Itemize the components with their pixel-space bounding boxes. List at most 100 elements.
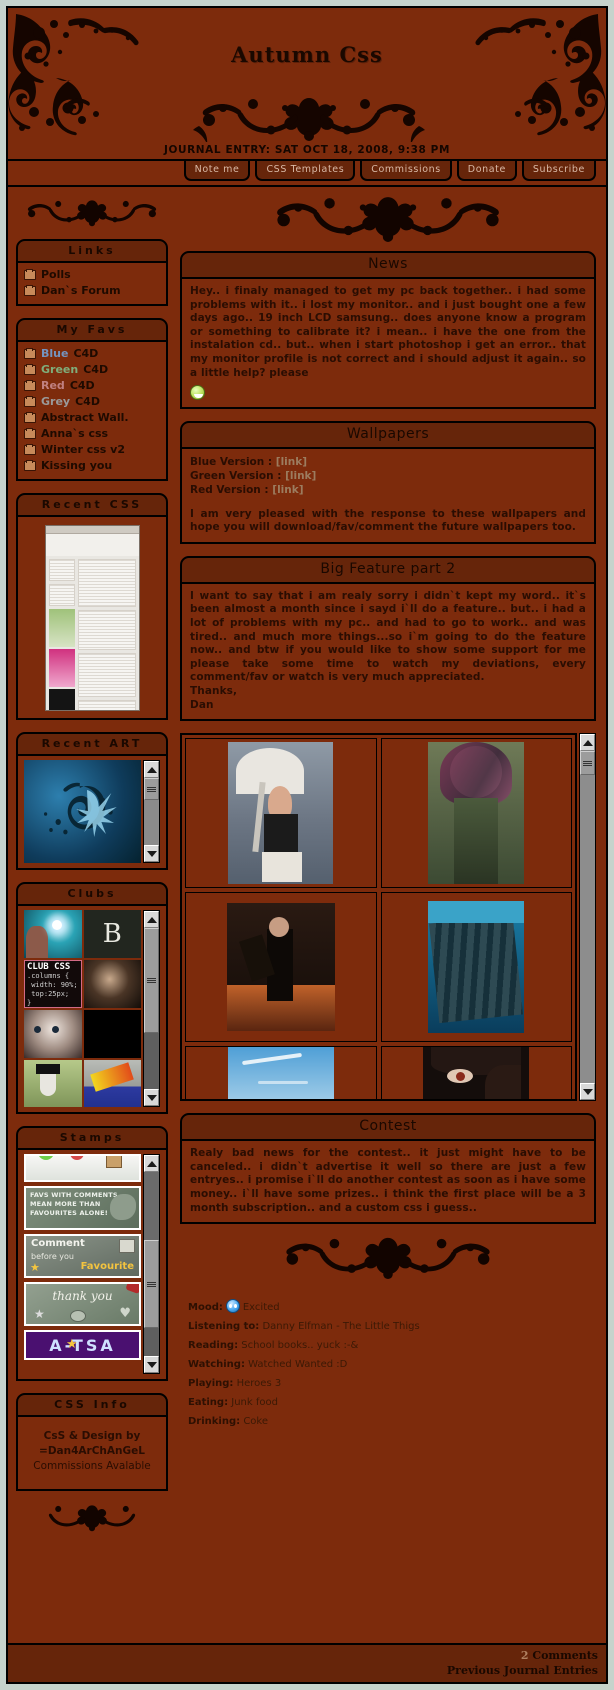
css-info-box: CSS Info CsS & Design by =Dan4ArChAnGeL … (16, 1393, 168, 1491)
gallery-thumbnail[interactable] (185, 892, 377, 1043)
css-info-line1: CsS & Design by (43, 1430, 141, 1442)
main-content: News Hey.. i finaly managed to get my pc… (176, 187, 606, 1431)
scrollbar-track[interactable] (144, 1172, 159, 1356)
folder-icon (24, 348, 36, 359)
nav-css-templates[interactable]: CSS Templates (255, 161, 356, 181)
folder-icon (24, 380, 36, 391)
contest-title: Contest (180, 1113, 596, 1142)
scrollbar-track[interactable] (580, 751, 595, 1084)
nav-donate[interactable]: Donate (456, 161, 517, 181)
css-info-line2[interactable]: =Dan4ArChAnGeL (28, 1444, 156, 1459)
fav-item-annas-css[interactable]: Anna`s css (24, 426, 160, 442)
news-box: News Hey.. i finaly managed to get my pc… (180, 251, 596, 409)
wallpapers-title: Wallpapers (180, 420, 596, 449)
meta-label: Eating: (188, 1397, 229, 1409)
clubs-title: Clubs (16, 882, 168, 906)
wallpaper-link[interactable]: [link] (285, 470, 316, 482)
fav-item-red-c4d[interactable]: Red C4D (24, 378, 160, 394)
stamp-item[interactable]: A-TSA ★ (24, 1330, 141, 1360)
gallery-thumbnail[interactable] (185, 738, 377, 889)
fav-item-kissing-you[interactable]: Kissing you (24, 458, 160, 474)
scrollbar-thumb[interactable] (144, 1240, 159, 1328)
recent-css-thumbnail[interactable] (44, 525, 140, 711)
css-info-body: CsS & Design by =Dan4ArChAnGeL Commissio… (16, 1417, 168, 1491)
news-body: Hey.. i finaly managed to get my pc back… (180, 279, 596, 409)
gallery-thumbnail[interactable] (380, 1046, 572, 1100)
stamp-item[interactable]: thank you ★ ♥ (24, 1282, 141, 1326)
fav-rest: C4D (73, 347, 99, 360)
previous-journal-entries-link[interactable]: Previous Journal Entries (8, 1663, 598, 1678)
link-label: Polls (41, 268, 71, 281)
nav-commissions[interactable]: Commissions (360, 161, 452, 181)
wallpaper-link[interactable]: [link] (272, 484, 303, 496)
stamp-item[interactable] (24, 1154, 141, 1182)
scroll-up-button[interactable] (580, 734, 595, 752)
clubs-scrollbar[interactable] (143, 910, 160, 1107)
fav-color-word: Blue (41, 347, 69, 360)
sidebar-ornament-icon (27, 200, 157, 227)
meta-row-reading: Reading: School books.. yuck :-& (188, 1336, 596, 1355)
club-thumbnail[interactable] (24, 910, 82, 958)
scroll-up-button[interactable] (144, 911, 159, 928)
wallpaper-label: Green Version : (190, 469, 286, 482)
feature-gallery (180, 733, 577, 1102)
nav-note-me[interactable]: Note me (183, 161, 251, 181)
recent-css-box: Recent CSS (16, 493, 168, 720)
recent-css-body (16, 517, 168, 720)
fav-item-grey-c4d[interactable]: Grey C4D (24, 394, 160, 410)
sidebar-link-polls[interactable]: Polls (24, 267, 160, 283)
nav-subscribe[interactable]: Subscribe (521, 161, 596, 181)
fav-item-blue-c4d[interactable]: Blue C4D (24, 346, 160, 362)
club-thumbnail[interactable] (83, 1010, 141, 1058)
sidebar: Links Polls Dan`s Forum My Favs Blue C4D… (8, 187, 176, 1541)
gallery-scrollbar[interactable] (579, 733, 596, 1102)
big-feature-sign1: Thanks, (190, 685, 238, 697)
fav-item-abstract-wall[interactable]: Abstract Wall. (24, 410, 160, 426)
clubs-grid: B CLUB CSS .columns { width: 90%; top:25… (24, 910, 141, 1107)
scroll-up-button[interactable] (144, 761, 159, 778)
news-title: News (180, 251, 596, 279)
fav-item-winter-css-v2[interactable]: Winter css v2 (24, 442, 160, 458)
fav-item-green-c4d[interactable]: Green C4D (24, 362, 160, 378)
club-thumbnail[interactable] (83, 1060, 141, 1107)
main-top-ornament-icon (277, 197, 499, 242)
scrollbar-thumb[interactable] (580, 751, 595, 776)
wallpapers-body: Blue Version : [link] Green Version : [l… (180, 448, 596, 544)
scroll-up-button[interactable] (144, 1155, 159, 1172)
main-bottom-ornament-icon (286, 1238, 490, 1280)
meta-value: Coke (243, 1416, 269, 1428)
folder-icon (24, 269, 36, 280)
scrollbar-thumb[interactable] (144, 928, 159, 1033)
scrollbar-track[interactable] (144, 778, 159, 845)
scrollbar-track[interactable] (144, 928, 159, 1089)
recent-art-thumbnail[interactable] (24, 760, 141, 863)
club-thumbnail[interactable] (24, 1060, 82, 1107)
comments-link[interactable]: 2 Comments (8, 1648, 598, 1663)
wallpaper-link[interactable]: [link] (276, 456, 307, 468)
sidebar-link-dans-forum[interactable]: Dan`s Forum (24, 283, 160, 299)
stamp-item[interactable]: Comment before you Favourite ★ (24, 1234, 141, 1278)
stamp-item[interactable]: FAVS WITH COMMENTS MEAN MORE THAN FAVOUR… (24, 1186, 141, 1230)
page-footer: 2 Comments Previous Journal Entries (8, 1643, 606, 1682)
gallery-thumbnail[interactable] (380, 892, 572, 1043)
club-thumbnail[interactable]: B (83, 910, 141, 958)
scroll-down-button[interactable] (144, 1356, 159, 1373)
gallery-thumbnail[interactable] (185, 1046, 377, 1100)
scroll-down-button[interactable] (144, 1089, 159, 1106)
stamps-scrollbar[interactable] (143, 1154, 160, 1374)
scrollbar-thumb[interactable] (144, 778, 159, 800)
wallpaper-row-blue: Blue Version : [link] (190, 455, 586, 469)
meta-row-playing: Playing: Heroes 3 (188, 1374, 596, 1393)
club-thumbnail[interactable] (24, 1010, 82, 1058)
meta-row-watching: Watching: Watched Wanted :D (188, 1355, 596, 1374)
scroll-down-button[interactable] (144, 845, 159, 862)
scroll-down-button[interactable] (580, 1083, 595, 1101)
gallery-thumbnail[interactable] (380, 738, 572, 889)
recent-art-scrollbar[interactable] (143, 760, 160, 863)
contest-body: Realy bad news for the contest.. it just… (180, 1141, 596, 1225)
fav-rest: C4D (83, 363, 109, 376)
links-body: Polls Dan`s Forum (16, 263, 168, 306)
club-thumbnail-css-club[interactable]: CLUB CSS .columns { width: 90%; top:25px… (24, 960, 82, 1008)
club-thumbnail[interactable] (83, 960, 141, 1008)
big-feature-text: I want to say that i am realy sorry i di… (190, 589, 586, 684)
